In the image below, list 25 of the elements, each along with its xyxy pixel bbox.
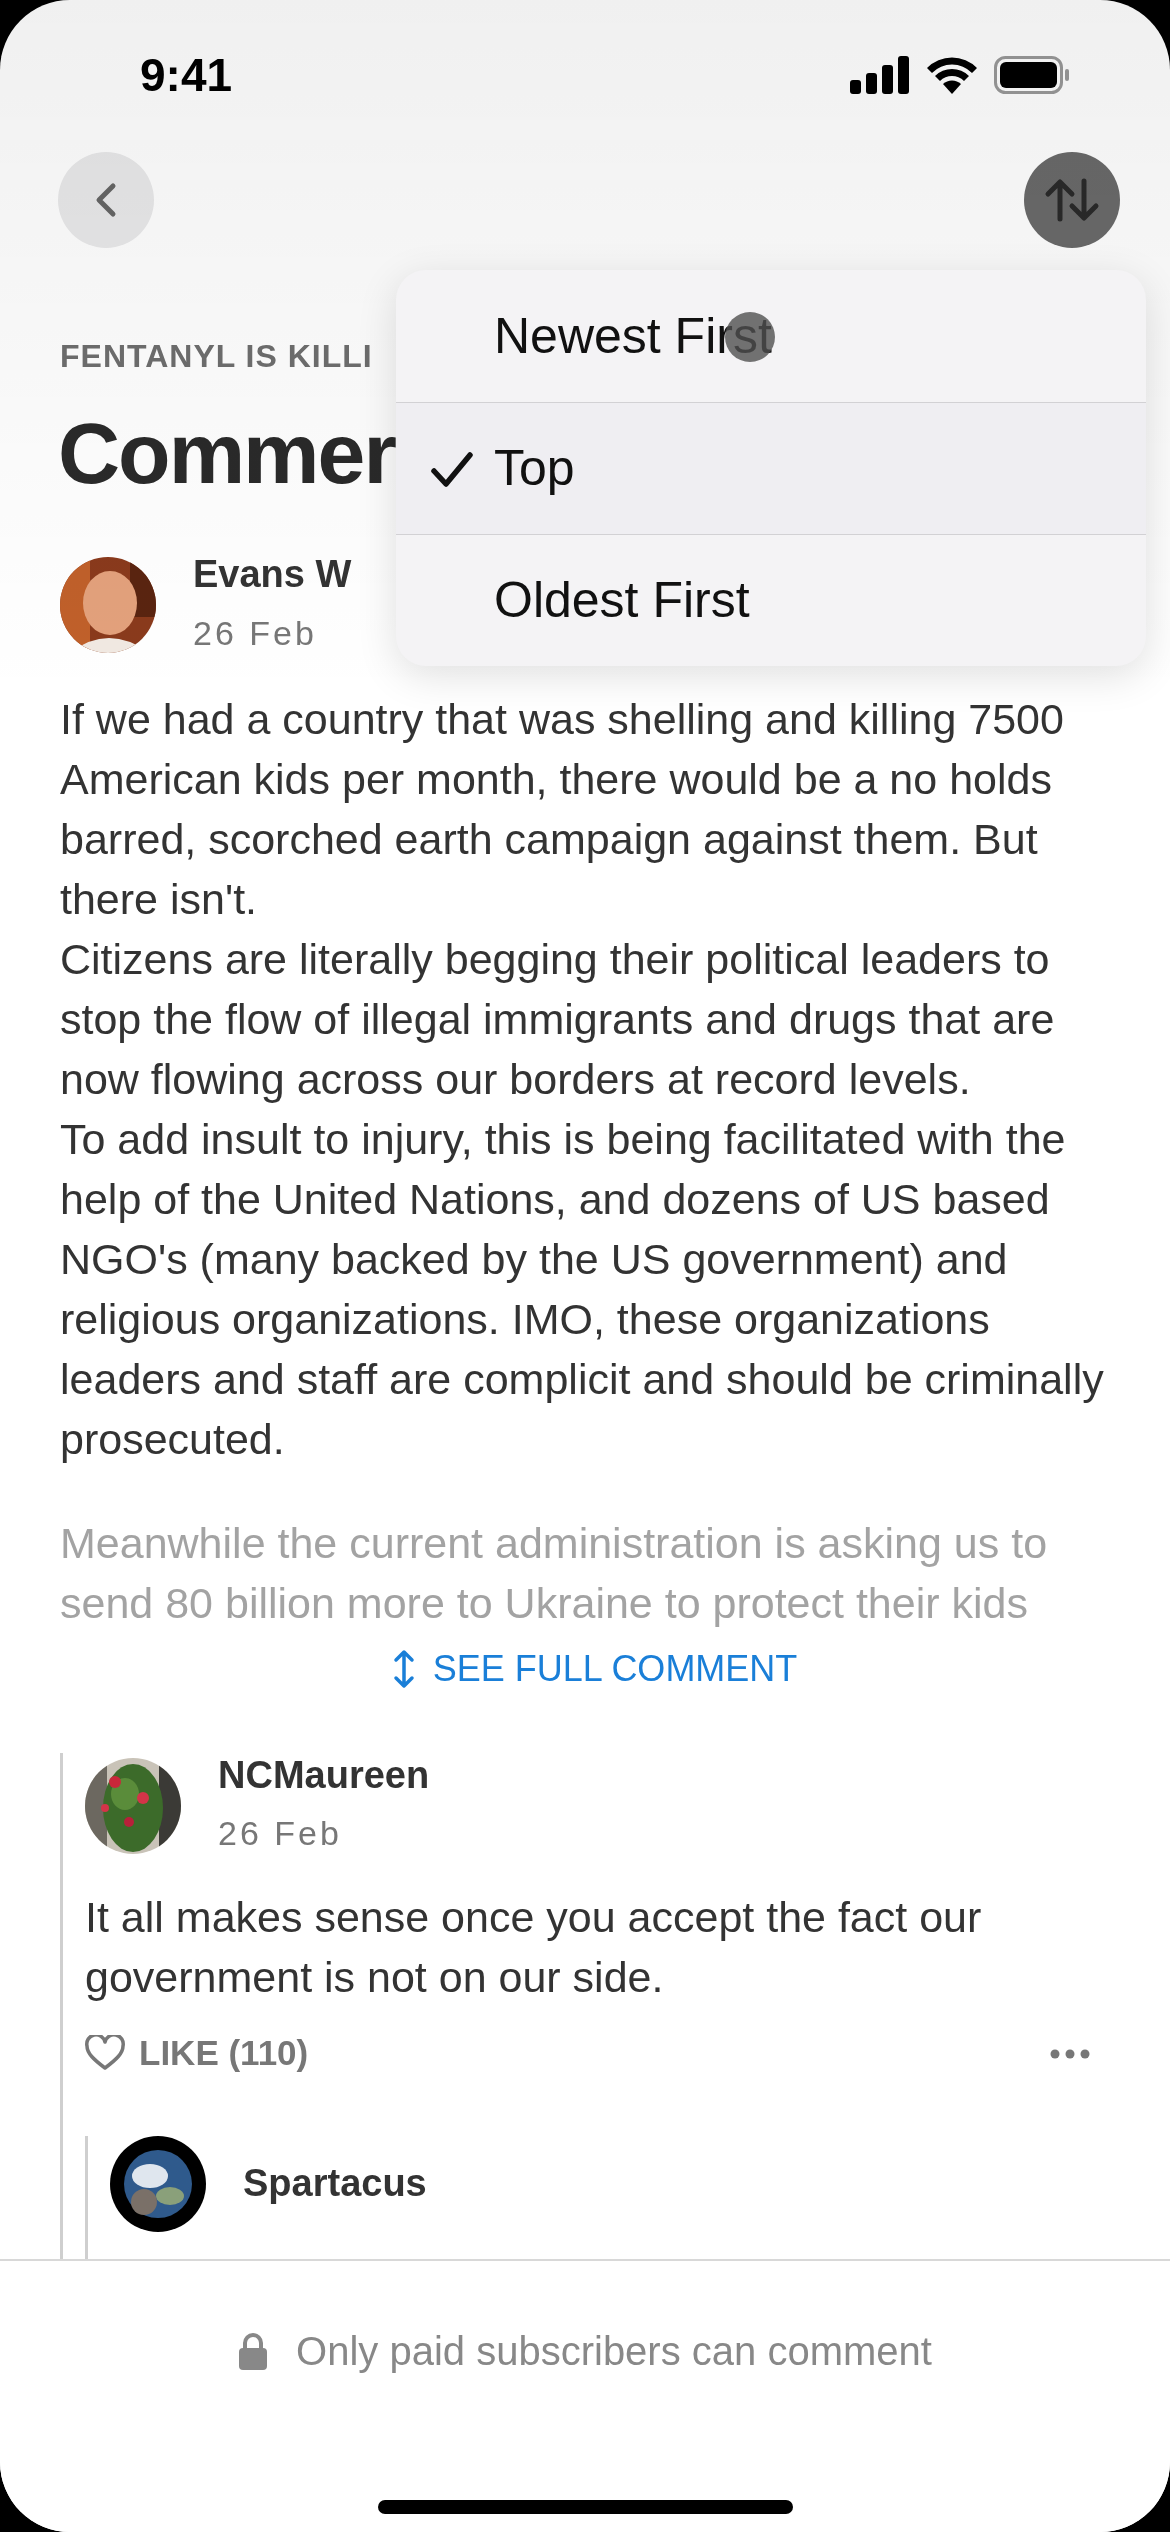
subscriber-notice: Only paid subscribers can comment <box>296 2328 932 2375</box>
heart-icon <box>85 2035 125 2072</box>
comment-text: Meanwhile the current administration is asking us to send 80 billion more to Ukraine to protect their kids <box>60 1517 1049 1629</box>
like-button[interactable]: LIKE (110) <box>85 2027 309 2080</box>
comment-date: 26 Feb <box>193 612 318 654</box>
page-title: Commer <box>58 410 395 496</box>
author-name: NCMaureen <box>218 1752 430 1798</box>
wifi-icon <box>926 56 978 94</box>
signal-icon <box>850 56 910 94</box>
menu-item[interactable]: Oldest First <box>396 534 1146 666</box>
sort-icon <box>1044 177 1100 223</box>
battery-icon <box>994 56 1070 94</box>
reply-text: It all makes sense once you accept the fact our government is not on our side. <box>85 1892 983 2004</box>
post-title: FENTANYL IS KILLI <box>60 337 373 376</box>
lock-icon <box>238 2331 269 2371</box>
author-name: Evans W <box>193 552 352 597</box>
menu-item[interactable]: Top <box>396 402 1146 534</box>
comment-text: If we had a country that was shelling and killing 7500 American kids per month, there would be a no holds barred, scorched earth campaign against them. But there isn't. <box>60 693 1065 925</box>
see-full-comment-link[interactable]: SEE FULL COMMENT <box>386 1640 804 1697</box>
comment-text: Citizens are literally begging their political leaders to stop the flow of illegal immigrants and drugs that are now flowing across our borders at record levels. <box>60 933 1056 1105</box>
author-name: Spartacus <box>243 2160 427 2206</box>
comment-text: To add insult to injury, this is being facilitated with the help of the United Nations, and dozens of US based NGO's (many backed by the US government) and religious organizations. IMO, these organizations leaders and staff are complicit and should be criminally prosecuted. <box>60 1113 1105 1465</box>
comment-date: 26 Feb <box>218 1813 343 1855</box>
status-time: 9:41 <box>140 47 233 103</box>
expand-icon <box>392 1648 415 1689</box>
